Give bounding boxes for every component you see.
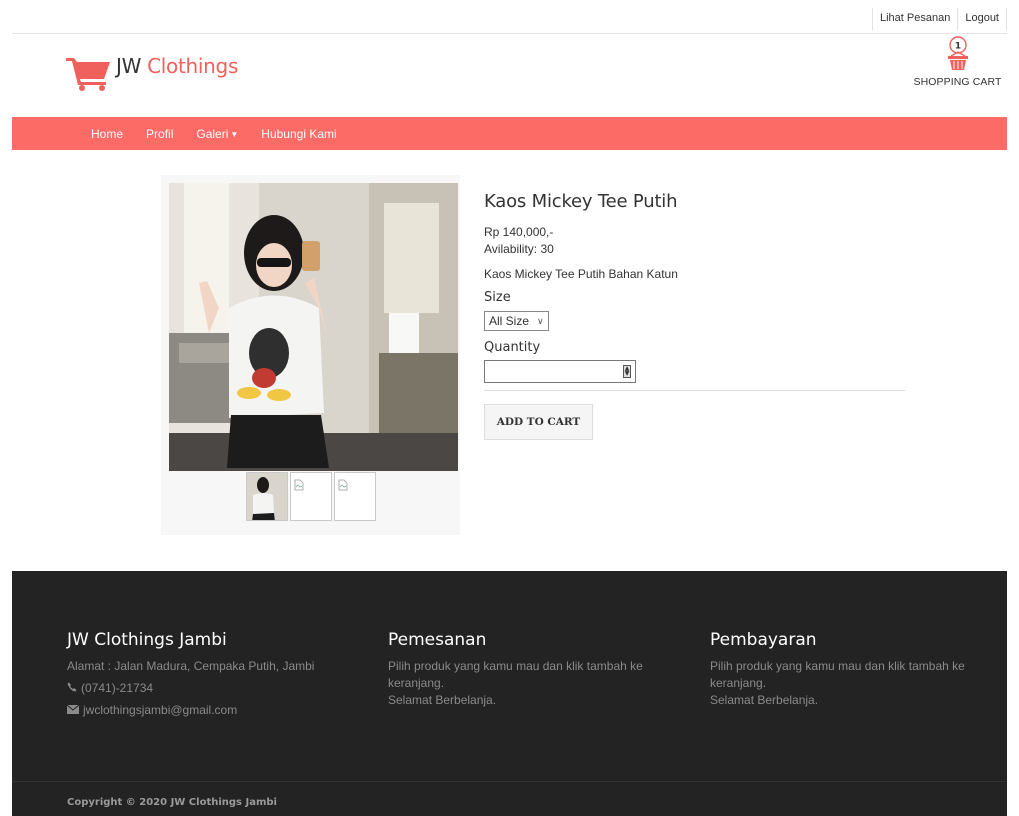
site-logo[interactable]: JW Clothings	[66, 52, 238, 92]
envelope-icon	[66, 702, 83, 719]
footer-payment-title: Pembayaran	[710, 630, 817, 650]
chevron-down-icon: ∨	[537, 315, 544, 326]
account-links: Lihat Pesanan Logout	[872, 8, 1007, 30]
thumbnail-strip	[246, 472, 378, 521]
footer-ordering-title: Pemesanan	[388, 630, 487, 650]
footer-divider	[12, 781, 1007, 782]
footer-email-text[interactable]: jwclothingsjambi@gmail.com	[83, 702, 237, 719]
footer-contact-title: JW Clothings Jambi	[67, 630, 227, 650]
quantity-input[interactable]: ▲ ▼	[484, 360, 636, 383]
copyright-text: Copyright © 2020 JW Clothings Jambi	[67, 797, 277, 808]
brand-name-part2: Clothings	[147, 54, 239, 78]
view-orders-link[interactable]: Lihat Pesanan	[872, 8, 959, 30]
cart-count-badge: 1	[954, 42, 960, 52]
info-divider	[484, 390, 905, 391]
nav-profil[interactable]: Profil	[146, 127, 173, 141]
product-main-image[interactable]	[169, 183, 458, 471]
phone-icon	[67, 680, 81, 697]
footer-ordering-line1: Pilih produk yang kamu mau dan klik tamb…	[388, 659, 643, 673]
product-description: Kaos Mickey Tee Putih Bahan Katun	[484, 267, 678, 281]
footer-ordering-line3: Selamat Berbelanja.	[388, 693, 497, 707]
shopping-cart-label: SHOPPING CART	[913, 76, 1002, 88]
product-title: Kaos Mickey Tee Putih	[484, 191, 678, 212]
product-info: Kaos Mickey Tee Putih Rp 140,000,- Avila…	[484, 191, 905, 440]
thumbnail-3[interactable]	[334, 472, 376, 521]
main-navbar: Home Profil Galeri ▼ Hubungi Kami	[12, 117, 1007, 150]
nav-hubungi-kami[interactable]: Hubungi Kami	[261, 127, 336, 141]
logout-link[interactable]: Logout	[958, 8, 1007, 30]
size-select[interactable]: All Size ∨	[484, 311, 549, 331]
nav-home[interactable]: Home	[91, 127, 123, 141]
footer-ordering-line2: keranjang.	[388, 676, 445, 690]
nav-galeri-dropdown[interactable]: Galeri ▼	[196, 127, 238, 141]
site-footer: JW Clothings Jambi Alamat : Jalan Madura…	[12, 571, 1007, 816]
footer-contact: JW Clothings Jambi Alamat : Jalan Madura…	[66, 630, 357, 719]
quantity-label: Quantity	[484, 340, 541, 355]
size-select-value: All Size	[489, 314, 530, 328]
basket-icon: 1	[910, 36, 1005, 72]
footer-payment-line1: Pilih produk yang kamu mau dan klik tamb…	[710, 659, 965, 673]
footer-payment-line2: keranjang.	[710, 676, 767, 690]
footer-address: Alamat : Jalan Madura, Cempaka Putih, Ja…	[67, 659, 315, 673]
top-bar: Lihat Pesanan Logout	[12, 0, 1007, 34]
shopping-cart-logo-icon	[66, 52, 112, 92]
footer-phone: (0741)-21734	[67, 680, 357, 697]
brand-name-part1: JW	[116, 54, 142, 78]
shopping-cart-button[interactable]: 1 SHOPPING CART	[910, 36, 1005, 88]
product-gallery	[161, 175, 460, 535]
product-price: Rp 140,000,-	[484, 225, 554, 239]
footer-payment: Pembayaran Pilih produk yang kamu mau da…	[710, 630, 1000, 709]
footer-payment-line3: Selamat Berbelanja.	[710, 693, 819, 707]
brand-name: JW Clothings	[116, 54, 238, 78]
add-to-cart-button[interactable]: ADD TO CART	[484, 404, 593, 440]
thumbnail-2[interactable]	[290, 472, 332, 521]
footer-ordering: Pemesanan Pilih produk yang kamu mau dan…	[388, 630, 678, 709]
footer-email: jwclothingsjambi@gmail.com	[66, 702, 357, 719]
caret-down-icon: ▼	[230, 129, 239, 139]
nav-galeri-label: Galeri	[196, 126, 229, 141]
broken-image-icon	[338, 476, 348, 495]
footer-phone-text: (0741)-21734	[81, 681, 154, 695]
product-availability: Avilability: 30	[484, 242, 554, 256]
thumbnail-1[interactable]	[246, 472, 288, 521]
size-label: Size	[484, 290, 511, 305]
broken-image-icon	[294, 476, 304, 495]
quantity-stepper[interactable]: ▲ ▼	[623, 365, 631, 378]
